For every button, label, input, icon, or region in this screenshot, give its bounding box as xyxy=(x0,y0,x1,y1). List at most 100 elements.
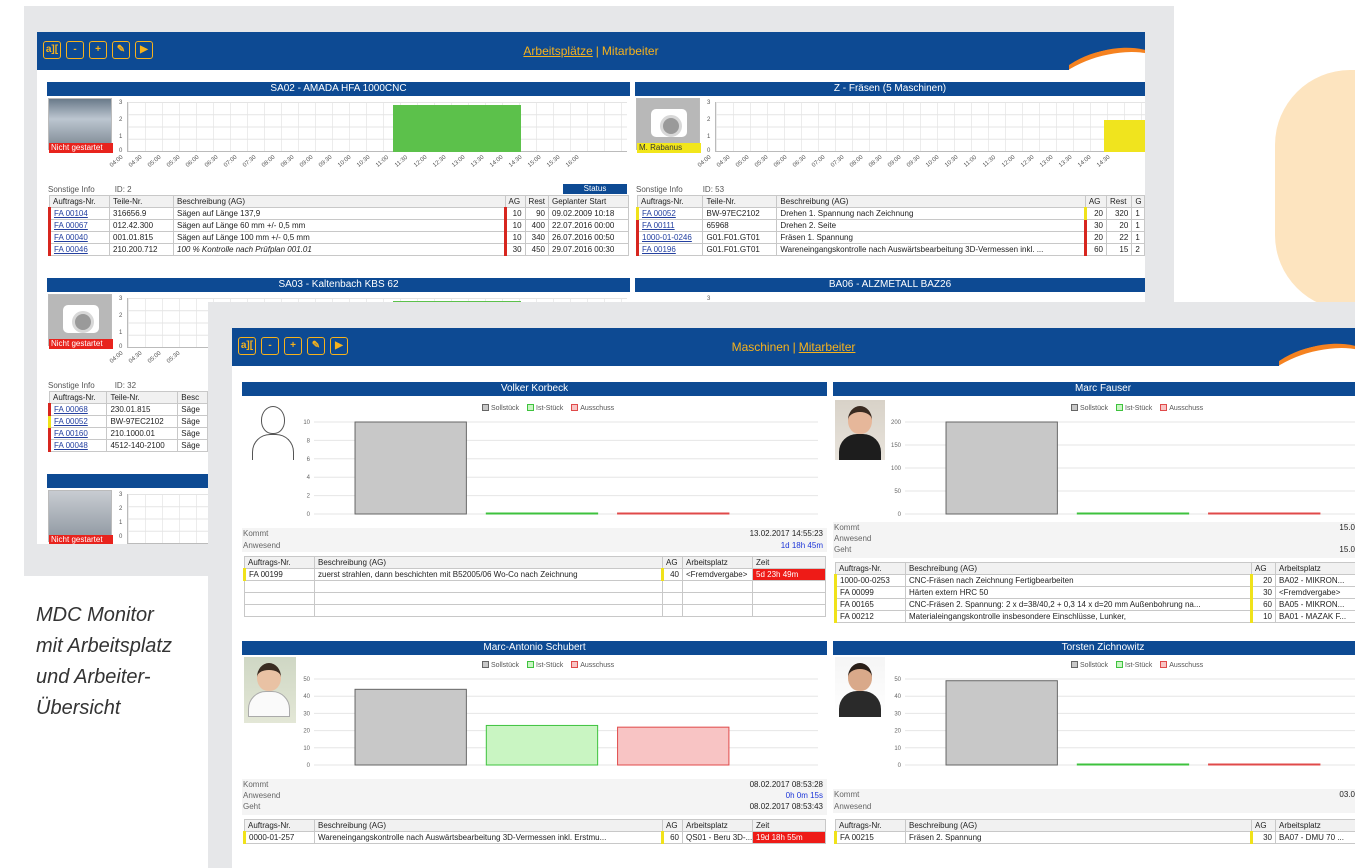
table-row[interactable]: 0000-01-257 Wareneingangskontrolle nach … xyxy=(243,831,826,844)
x-tick: 14:00 xyxy=(1077,154,1093,169)
x-tick: 05:30 xyxy=(166,154,182,169)
machine-title: Z - Fräsen (5 Maschinen) xyxy=(635,82,1145,96)
workplace: BA01 - MAZAK F... xyxy=(1275,610,1355,623)
table-row[interactable]: FA 00199 zuerst strahlen, dann beschicht… xyxy=(243,568,826,581)
y-tick-label: 30 xyxy=(303,711,310,717)
table-row[interactable]: FA 00040 001.01.815 Sägen auf Länge 100 … xyxy=(48,231,629,244)
table-row[interactable]: FA 00052 BW-97EC2102 Säge xyxy=(47,415,208,428)
y-tick-label: 10 xyxy=(303,420,310,426)
col-header: Auftrags-Nr. xyxy=(636,195,704,208)
table-row[interactable]: FA 00048 4512-140-2100 Säge xyxy=(47,439,208,452)
machine-status-badge: Nicht gestartet xyxy=(49,339,113,349)
ag: 40 xyxy=(661,568,683,581)
description: Fräsen 1. Spannung xyxy=(776,231,1086,244)
elapsed-time: 19d 18h 55m xyxy=(752,831,826,844)
part-number: 4512-140-2100 xyxy=(106,439,179,452)
stage: a][ - + ✎ ▶ Arbeitsplätze | Mitarbeiter SA… xyxy=(0,0,1355,868)
planned-start: 2 xyxy=(1131,243,1145,256)
col-header: Beschreibung (AG) xyxy=(314,819,663,832)
text-size-icon[interactable]: a][ xyxy=(43,41,61,59)
nav-link-arbeitsplaetze[interactable]: Arbeitsplätze xyxy=(523,44,592,58)
order-link[interactable]: 1000-01-0246 xyxy=(642,233,692,242)
order-link[interactable]: FA 00160 xyxy=(54,429,88,438)
edit-icon[interactable]: ✎ xyxy=(112,41,130,59)
table-row[interactable]: FA 00215 Fräsen 2. Spannung 30 BA07 - DMU 7… xyxy=(834,831,1355,844)
rest: 90 xyxy=(524,207,550,220)
nav-link-mitarbeiter[interactable]: Mitarbeiter xyxy=(799,340,856,354)
order-number: FA 00099 xyxy=(834,586,906,599)
table-row[interactable]: FA 00160 210.1000.01 Säge xyxy=(47,427,208,440)
col-header: Auftrags-Nr. xyxy=(48,391,108,404)
table-row[interactable]: FA 00104 316656.9 Sägen auf Länge 137,9 … xyxy=(48,207,629,220)
table-row[interactable]: FA 00196 G01.F01.GT01 Wareneingangskontr… xyxy=(635,243,1145,256)
description: Säge xyxy=(177,403,208,416)
order-link[interactable]: FA 00052 xyxy=(54,417,88,426)
edit-icon[interactable]: ✎ xyxy=(307,337,325,355)
order-link[interactable]: FA 00104 xyxy=(54,209,88,218)
order-link[interactable]: FA 00052 xyxy=(642,209,676,218)
time-info-block: Kommt 15.0 Anwesend Geht 15.0 xyxy=(833,522,1355,558)
table-row[interactable]: FA 00099 Härten extern HRC 50 30 <Fremdverg… xyxy=(834,586,1355,599)
ag: 10 xyxy=(503,231,526,244)
chart-legend: Sollstück Ist-Stück Ausschuss xyxy=(482,661,614,669)
x-tick: 05:30 xyxy=(166,350,182,365)
table-row[interactable]: FA 00052 BW-97EC2102 Drehen 1. Spannung … xyxy=(635,207,1145,220)
x-tick: 11:00 xyxy=(375,154,391,169)
x-tick: 13:00 xyxy=(1039,154,1055,169)
play-icon[interactable]: ▶ xyxy=(135,41,153,59)
legend-item: Ist-Stück xyxy=(1116,661,1152,669)
table-row[interactable]: FA 00165 CNC-Fräsen 2. Spannung: 2 x d=38… xyxy=(834,598,1355,611)
table-row[interactable]: 1000-00-0253 CNC-Fräsen nach Zeichnung Fe… xyxy=(834,574,1355,587)
time-info-block: Kommt 03.0 Anwesend xyxy=(833,789,1355,813)
table-row[interactable]: 1000-01-0246 G01.F01.GT01 Fräsen 1. Span… xyxy=(635,231,1145,244)
employee-photo xyxy=(835,657,885,717)
anwesend-label: Anwesend xyxy=(834,534,872,543)
nav-link-maschinen[interactable]: Maschinen xyxy=(732,340,790,354)
x-tick: 05:00 xyxy=(735,154,751,169)
col-header: Beschreibung (AG) xyxy=(314,556,663,569)
table-row xyxy=(244,580,826,593)
order-link[interactable]: FA 00111 xyxy=(642,221,675,230)
order-link[interactable]: FA 00196 xyxy=(642,245,676,254)
plus-icon[interactable]: + xyxy=(284,337,302,355)
machine-info-row: Sonstige Info ID: 2 xyxy=(48,184,132,194)
play-icon[interactable]: ▶ xyxy=(330,337,348,355)
caption-line: mit Arbeitsplatz xyxy=(36,635,172,657)
y-tick-label: 0 xyxy=(898,763,902,769)
nav-link-mitarbeiter[interactable]: Mitarbeiter xyxy=(602,44,659,58)
order-link[interactable]: FA 00067 xyxy=(54,221,88,230)
order-number: FA 00215 xyxy=(834,831,906,844)
y-tick-label: 50 xyxy=(894,677,901,683)
col-header: Beschreibung (AG) xyxy=(905,562,1252,575)
x-tick: 04:30 xyxy=(716,154,732,169)
table-row[interactable]: FA 00111 65968 Drehen 2. Seite 30 20 1 xyxy=(635,219,1145,232)
orders-table: Auftrags-Nr. Teile-Nr. Beschreibung (AG)… xyxy=(48,195,629,256)
order-link[interactable]: FA 00068 xyxy=(54,405,88,414)
kommt-value: 15.0 xyxy=(1339,523,1355,532)
x-tick: 10:30 xyxy=(944,154,960,169)
table-row[interactable]: FA 00067 012.42.300 Sägen auf Länge 60 m… xyxy=(48,219,629,232)
x-tick: 14:30 xyxy=(508,154,524,169)
planned-start: 1 xyxy=(1131,231,1145,244)
text-size-icon[interactable]: a][ xyxy=(238,337,256,355)
x-tick: 06:00 xyxy=(773,154,789,169)
part-number: 65968 xyxy=(702,219,778,232)
caption-line: Übersicht xyxy=(36,697,121,719)
y-tick-label: 6 xyxy=(307,457,311,463)
table-row[interactable]: FA 00212 Materialeingangskontrolle insbes… xyxy=(834,610,1355,623)
order-link[interactable]: FA 00040 xyxy=(54,233,88,242)
table-header-row: Auftrags-Nr. Teile-Nr. Besc xyxy=(48,391,208,404)
legend-item: Ausschuss xyxy=(571,404,614,412)
plus-icon[interactable]: + xyxy=(89,41,107,59)
part-number: 001.01.815 xyxy=(109,231,174,244)
x-tick: 10:30 xyxy=(356,154,372,169)
legend-item: Ausschuss xyxy=(1160,404,1203,412)
col-header: Teile-Nr. xyxy=(106,391,179,404)
minus-icon[interactable]: - xyxy=(261,337,279,355)
order-link[interactable]: FA 00046 xyxy=(54,245,88,254)
table-row[interactable]: FA 00068 230.01.815 Säge xyxy=(47,403,208,416)
table-row[interactable]: FA 00046 210.200.712 100 % Kontrolle nac… xyxy=(48,243,629,256)
planned-start: 09.02.2009 10:18 xyxy=(548,207,629,220)
order-link[interactable]: FA 00048 xyxy=(54,441,88,450)
minus-icon[interactable]: - xyxy=(66,41,84,59)
